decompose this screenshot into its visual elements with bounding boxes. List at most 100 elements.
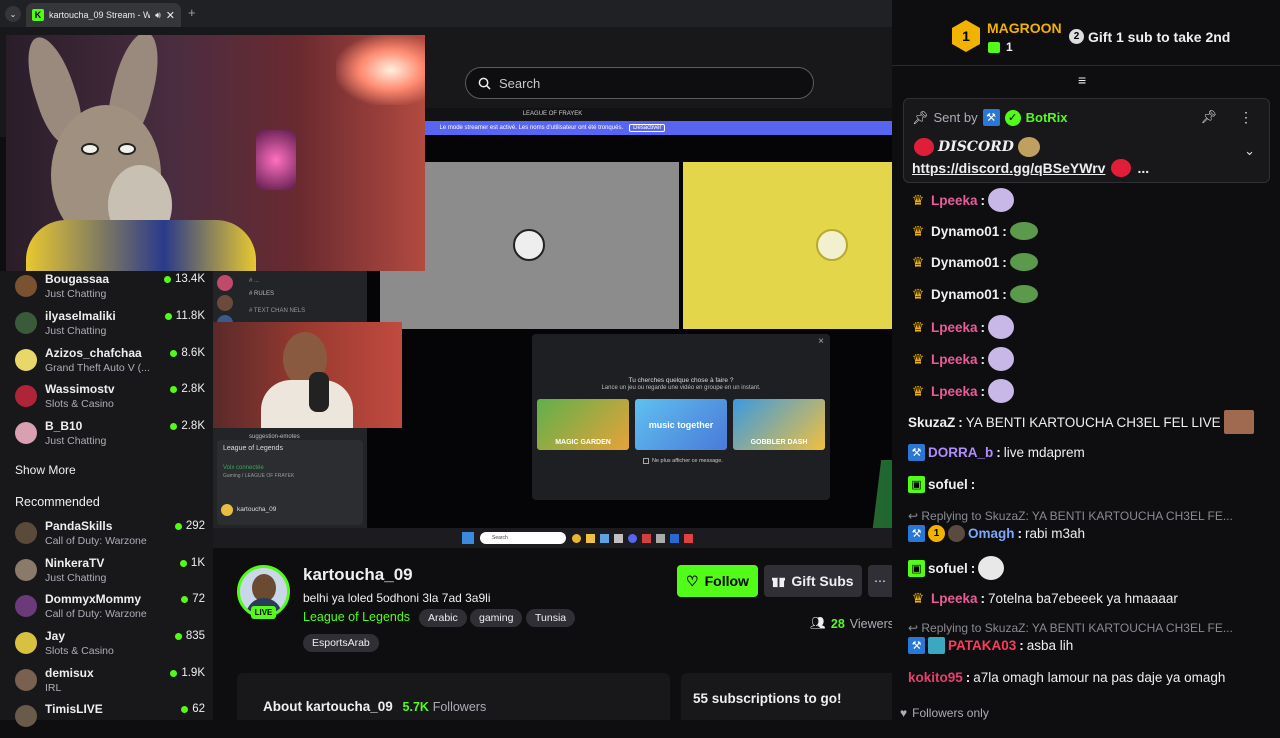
sub-goal-panel: 55 subscriptions to go! <box>681 673 892 720</box>
discord-username: kartoucha_09 <box>237 506 277 513</box>
tab-search-button[interactable]: ⌄ <box>5 6 21 22</box>
more-vertical-icon[interactable]: ⋮ <box>1239 109 1253 126</box>
tag-chip[interactable]: gaming <box>470 609 523 627</box>
tag-chip[interactable]: EsportsArab <box>303 634 379 652</box>
tag-chip[interactable]: Arabic <box>419 609 467 627</box>
channel-category: Just Chatting <box>45 435 107 447</box>
hide-message-checkbox[interactable]: Ne plus afficher ce message. <box>643 458 723 464</box>
recommended-channel[interactable]: TimisLIVE 62 <box>15 702 205 738</box>
channel-name: demisux <box>45 666 94 680</box>
discord-channel-item[interactable]: # ... <box>249 278 349 284</box>
viewer-count: 8.6K <box>170 347 205 359</box>
taskbar-search[interactable]: Search <box>480 532 566 544</box>
chat-username[interactable]: sofuel <box>928 561 968 576</box>
sidebar-channel[interactable]: ilyaselmaliki Just Chatting 11.8K <box>15 309 205 345</box>
chat-username[interactable]: Omagh <box>968 526 1015 541</box>
live-dot-icon <box>164 312 172 320</box>
followers-only-notice: ♥ Followers only <box>900 706 989 720</box>
streamer-mode-disable-button[interactable]: Désactiver <box>629 124 666 132</box>
pinned-user[interactable]: BotRix <box>1026 110 1068 125</box>
search-input[interactable]: Search <box>465 67 814 99</box>
chat-message: ♛ Lpeeka: 7otelna ba7ebeeek ya hmaaaar <box>908 589 1268 607</box>
speaker-icon[interactable]: 🔊︎ <box>155 10 161 21</box>
live-dot-icon <box>170 349 178 357</box>
gift-subs-button[interactable]: Gift Subs <box>764 565 862 597</box>
reply-context[interactable]: ↩ Replying to SkuzaZ: YA BENTI KARTOUCHA… <box>908 509 1233 523</box>
sidebar-channel[interactable]: Azizos_chafchaa Grand Theft Auto V (... 8… <box>15 346 205 382</box>
crown-badge-icon: ♛ <box>911 253 925 270</box>
sidebar-channel[interactable]: Bougassaa Just Chatting 13.4K <box>15 272 205 308</box>
verified-icon: ✓ <box>1004 109 1021 126</box>
moderator-badge-icon: ⚒ <box>908 525 925 542</box>
tag-chip[interactable]: Tunsia <box>526 609 576 627</box>
activity-card[interactable]: MAGIC GARDEN <box>537 399 629 450</box>
windows-start-icon[interactable] <box>462 532 474 544</box>
crown-badge-icon: ♛ <box>911 589 925 606</box>
follow-button[interactable]: ♡ Follow <box>677 565 758 597</box>
discord-channel-item[interactable]: # TEXT CHAN NELS <box>249 308 349 314</box>
avatar <box>15 595 37 617</box>
chat-message: ♛ Lpeeka: <box>908 347 1268 371</box>
divider <box>892 65 1280 66</box>
activity-card[interactable]: music together <box>635 399 727 450</box>
chat-username[interactable]: SkuzaZ <box>908 415 955 430</box>
channel-name: Azizos_chafchaa <box>45 346 142 360</box>
browser-tab[interactable]: K kartoucha_09 Stream - Watch 🔊︎ ✕ <box>26 3 181 27</box>
server-icon[interactable] <box>217 275 233 291</box>
collapse-handle-icon[interactable]: ≡ <box>1078 72 1086 88</box>
chat-username[interactable]: Lpeeka <box>931 352 978 367</box>
pinned-message: 📌︎ Sent by ⚒ ✓ BotRix 📌︎ ⋮ DISCORD https… <box>903 98 1270 183</box>
chat-username[interactable]: kokito95 <box>908 670 963 685</box>
heart-icon: ♥ <box>900 706 908 720</box>
live-dot-icon <box>179 559 187 567</box>
stream-category-link[interactable]: League of Legends <box>303 610 410 624</box>
new-tab-button[interactable]: + <box>188 5 196 20</box>
channel-category: Just Chatting <box>45 288 107 300</box>
channel-category: Grand Theft Auto V (... <box>45 362 150 374</box>
chat-username[interactable]: DORRA_b <box>928 445 993 460</box>
discord-channel-item[interactable]: # RULES <box>249 291 349 297</box>
video-tile-2 <box>683 162 892 329</box>
recommended-channel[interactable]: NinkeraTV Just Chatting 1K <box>15 556 205 592</box>
discord-link[interactable]: https://discord.gg/qBSeYWrv <box>912 160 1105 176</box>
discord-emote-icon <box>1111 159 1132 177</box>
chat-username[interactable]: Lpeeka <box>931 591 978 606</box>
chat-text: asba lih <box>1026 638 1074 653</box>
close-tab-icon[interactable]: ✕ <box>166 9 175 22</box>
chat-username[interactable]: Lpeeka <box>931 384 978 399</box>
chat-username[interactable]: PATAKA03 <box>948 638 1016 653</box>
leader-name[interactable]: MAGROON <box>987 20 1062 36</box>
channel-category: IRL <box>45 682 62 694</box>
chat-message: ♛ Dynamo01: <box>908 253 1268 271</box>
reply-context[interactable]: ↩ Replying to SkuzaZ: YA BENTI KARTOUCHA… <box>908 621 1233 635</box>
subscriber-badge-icon: ▣ <box>908 559 925 577</box>
chat-text: rabi m3ah <box>1025 526 1086 541</box>
recommended-channel[interactable]: demisux IRL 1.9K <box>15 666 205 702</box>
channel-name: NinkeraTV <box>45 556 105 570</box>
sidebar-channel[interactable]: B_B10 Just Chatting 2.8K <box>15 419 205 455</box>
pin-toggle-icon[interactable]: 📌︎ <box>1200 109 1217 125</box>
live-dot-icon <box>170 422 178 430</box>
chevron-down-icon[interactable]: ⌄ <box>1244 143 1255 159</box>
voice-sub: Gaming / LEAGUE OF FRAYEK <box>223 473 295 479</box>
recommended-channel[interactable]: DommyxMommy Call of Duty: Warzone 72 <box>15 592 205 628</box>
chat-username[interactable]: sofuel <box>928 477 968 492</box>
recommended-channel[interactable]: Jay Slots & Casino 835 <box>15 629 205 665</box>
taskbar-apps <box>572 533 693 543</box>
more-options-icon[interactable]: ⋯ <box>868 565 892 597</box>
server-icon[interactable] <box>217 295 233 311</box>
activity-card[interactable]: GOBBLER DASH <box>733 399 825 450</box>
close-icon[interactable]: × <box>818 336 824 347</box>
show-more-button[interactable]: Show More <box>15 463 76 477</box>
chat-username[interactable]: Lpeeka <box>931 320 978 335</box>
chat-username[interactable]: Dynamo01 <box>931 287 999 302</box>
channel-name-heading[interactable]: kartoucha_09 <box>303 565 413 585</box>
sidebar-channel[interactable]: Wassimostv Slots & Casino 2.8K <box>15 382 205 418</box>
chat-message: ▣ sofuel: <box>908 476 1268 493</box>
chat-username[interactable]: Dynamo01 <box>931 224 999 239</box>
chat-username[interactable]: Dynamo01 <box>931 255 999 270</box>
recommended-channel[interactable]: PandaSkills Call of Duty: Warzone 292 <box>15 519 205 555</box>
chat-username[interactable]: Lpeeka <box>931 193 978 208</box>
avatar <box>15 522 37 544</box>
viewer-count: 2.8K <box>170 383 205 395</box>
